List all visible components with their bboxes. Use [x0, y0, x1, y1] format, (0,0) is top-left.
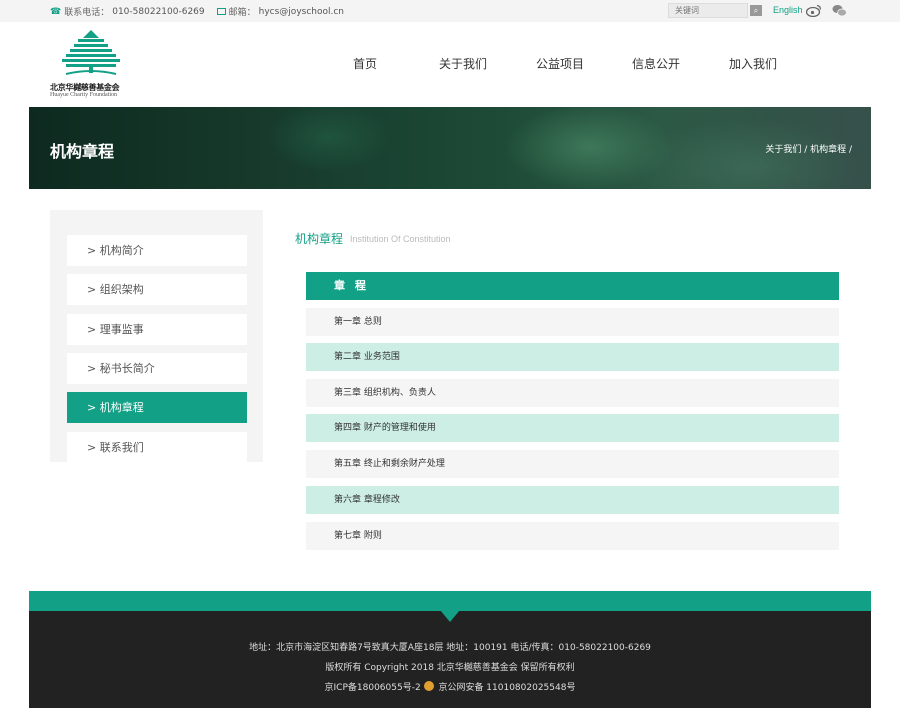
- table-header: 章 程: [306, 272, 839, 300]
- sidebar-item-constitution[interactable]: > 机构章程: [67, 392, 247, 423]
- nav-item-join[interactable]: 加入我们: [729, 55, 777, 72]
- phone-label: 联系电话：: [64, 8, 110, 18]
- icp-record[interactable]: 京ICP备18006055号-2: [325, 683, 421, 693]
- police-record[interactable]: 京公网安备 11010802025548号: [438, 683, 575, 693]
- mail-icon: [216, 8, 226, 15]
- search-input[interactable]: [668, 3, 748, 18]
- footer-band: [29, 591, 871, 611]
- footer-address: 地址：北京市海淀区知春路7号致真大厦A座18层 地址：100191 电话/传真：…: [249, 643, 651, 653]
- sidebar-item-intro[interactable]: > 机构简介: [67, 235, 247, 266]
- chapter-row[interactable]: 第六章 章程修改: [306, 486, 839, 514]
- chapter-row[interactable]: 第七章 附则: [306, 522, 839, 550]
- nav-item-home[interactable]: 首页: [353, 55, 377, 72]
- logo-name-en: Huayue Charity Foundation: [50, 92, 117, 98]
- chapter-row[interactable]: 第一章 总则: [306, 308, 839, 336]
- sidebar-item-structure[interactable]: > 组织架构: [67, 274, 247, 305]
- weibo-icon[interactable]: [806, 4, 822, 17]
- page-title: 机构章程: [50, 142, 115, 161]
- email-label: 邮箱：: [228, 8, 256, 18]
- chapter-row[interactable]: 第二章 业务范围: [306, 343, 839, 371]
- footer-records: 京ICP备18006055号-2 京公网安备 11010802025548号: [0, 680, 900, 693]
- police-badge-icon: [423, 681, 434, 691]
- english-link[interactable]: English: [773, 5, 803, 15]
- breadcrumb[interactable]: 关于我们 / 机构章程 /: [765, 142, 852, 155]
- sidebar-item-secretary[interactable]: > 秘书长简介: [67, 353, 247, 384]
- top-contact: ☎ 联系电话： 010-58022100-6269 邮箱： hycs@joysc…: [50, 5, 344, 19]
- footer-copyright: 版权所有 Copyright 2018 北京华樾慈善基金会 保留所有权利: [325, 663, 575, 673]
- nav-item-disclosure[interactable]: 信息公开: [632, 55, 680, 72]
- footer-arrow: [440, 610, 460, 622]
- email-address[interactable]: hycs@joyschool.cn: [259, 7, 344, 17]
- phone-number: 010-58022100-6269: [112, 6, 205, 17]
- chapter-row[interactable]: 第三章 组织机构、负责人: [306, 379, 839, 407]
- nav-item-about[interactable]: 关于我们: [439, 55, 487, 72]
- search-icon[interactable]: ⌕: [750, 5, 762, 16]
- sidebar-item-contact[interactable]: > 联系我们: [67, 432, 247, 463]
- phone-icon: ☎: [50, 6, 62, 17]
- chapter-row[interactable]: 第四章 财产的管理和使用: [306, 414, 839, 442]
- sidebar-item-board[interactable]: > 理事监事: [67, 314, 247, 345]
- section-title: 机构章程: [295, 232, 344, 246]
- nav-item-projects[interactable]: 公益项目: [536, 55, 584, 72]
- section-subtitle: Institution Of Constitution: [350, 234, 451, 244]
- chapter-row[interactable]: 第五章 终止和剩余财产处理: [306, 450, 839, 478]
- top-bar: ☎ 联系电话： 010-58022100-6269 邮箱： hycs@joysc…: [0, 0, 900, 22]
- page-banner: [29, 107, 871, 189]
- wechat-icon[interactable]: [832, 4, 847, 17]
